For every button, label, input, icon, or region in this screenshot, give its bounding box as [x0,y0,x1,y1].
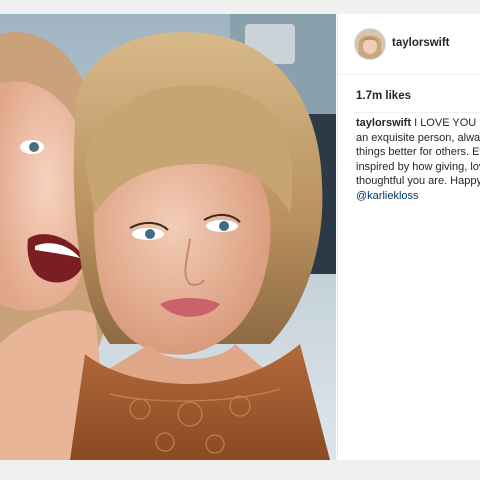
caption-username-link[interactable]: taylorswift [356,117,411,129]
post-header: taylorswift [338,14,480,75]
caption-line-6: @karliekloss [356,189,480,204]
profile-photo-icon [355,29,385,59]
caption-text-1: I LOVE YOU KA [414,117,480,129]
selfie-image [0,14,336,460]
username-link[interactable]: taylorswift [392,37,450,49]
post-photo[interactable] [0,14,336,460]
caption-line-5: thoughtful you are. Happy [356,175,480,187]
likes-divider [354,112,480,113]
caption-line-1: taylorswift I LOVE YOU KA [356,116,480,131]
caption-line-4: inspired by how giving, lov [356,160,480,173]
likes-count[interactable]: 1.7m likes [356,90,411,102]
post-sidebar: taylorswift 1.7m likes taylorswift I LOV… [337,14,480,460]
instagram-post: taylorswift 1.7m likes taylorswift I LOV… [0,14,480,460]
caption-line-3: things better for others. Ev [356,146,480,158]
mention-link[interactable]: @karliekloss [356,190,419,202]
avatar[interactable] [354,28,386,60]
post-caption: taylorswift I LOVE YOU KA an exquisite p… [356,116,480,203]
caption-line-2: an exquisite person, alway [356,131,480,144]
